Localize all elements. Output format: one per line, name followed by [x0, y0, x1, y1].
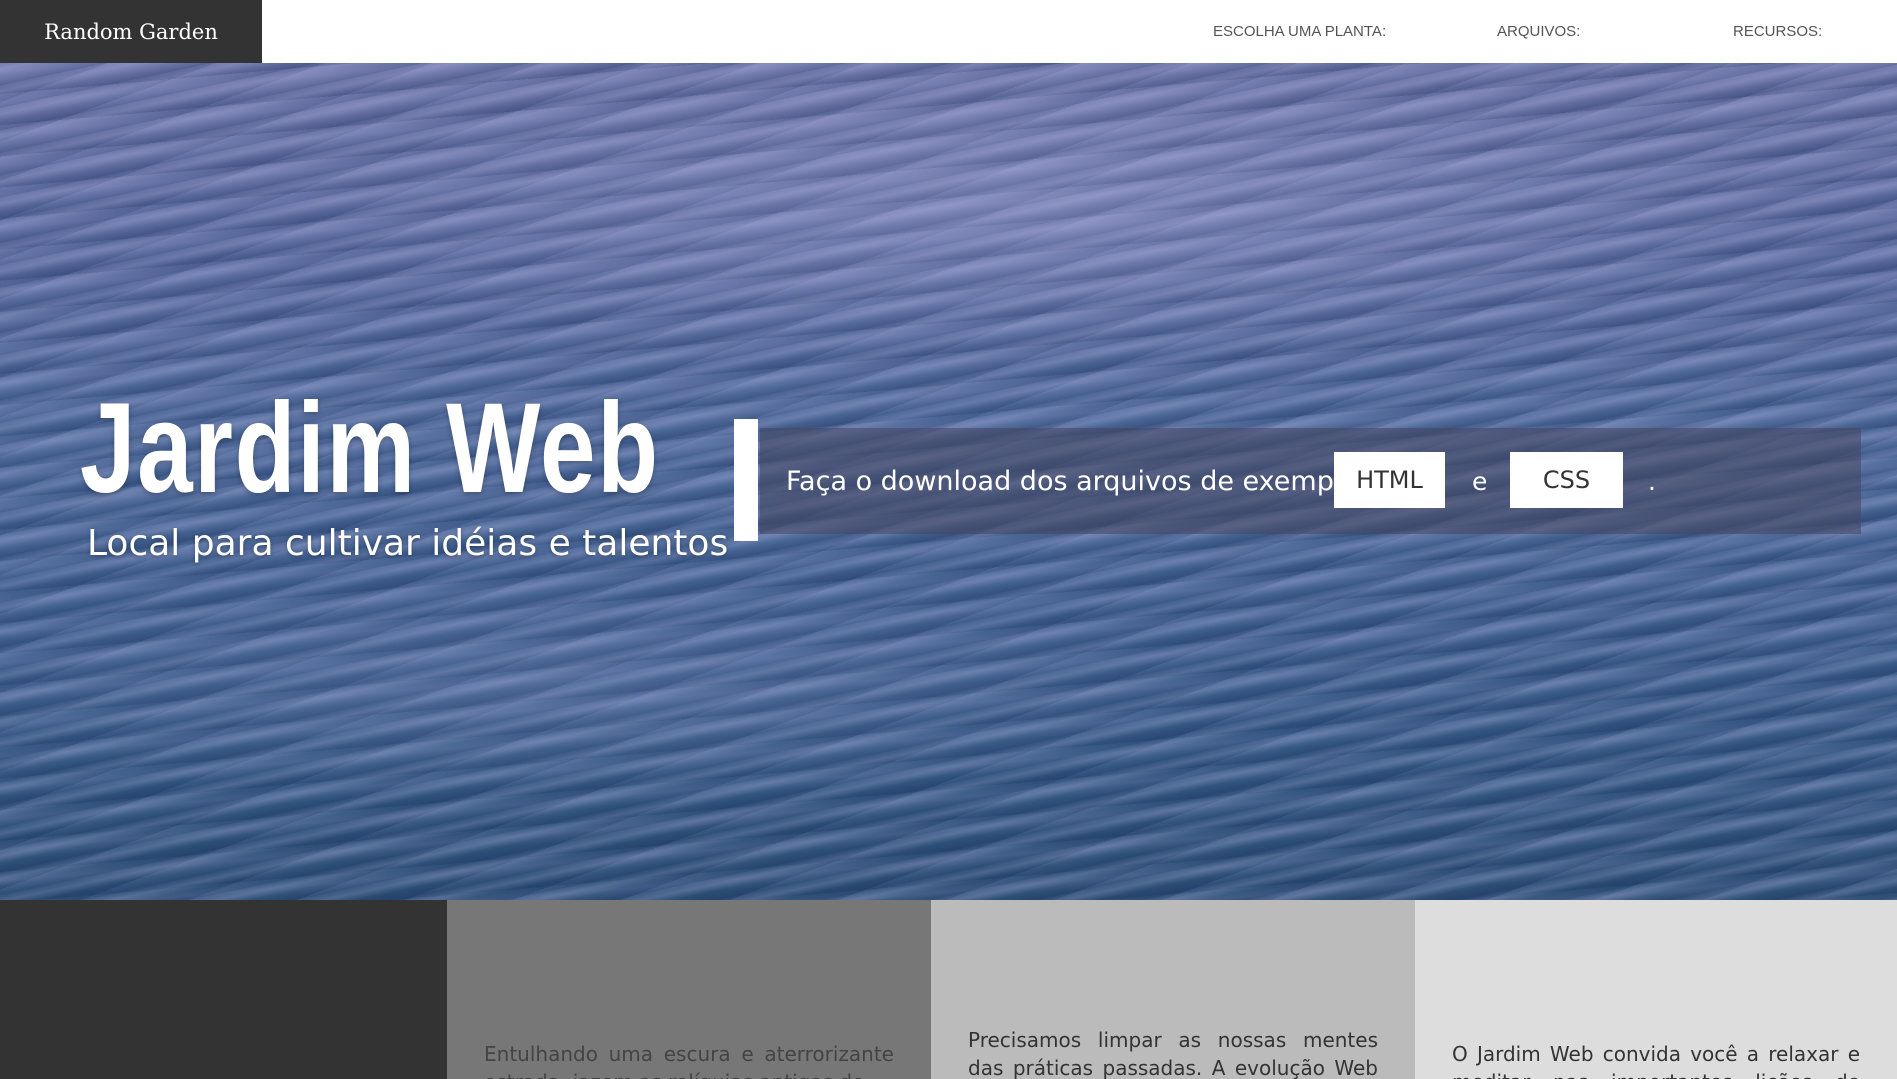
- column-3-text: Precisamos limpar as nossas mentes das p…: [968, 1028, 1378, 1079]
- hero-title: Jardim Web: [80, 377, 660, 520]
- download-text: Faça o download dos arquivos de exemplo: [786, 465, 1358, 497]
- nav-resources[interactable]: RECURSOS:: [1733, 0, 1822, 63]
- brand-logo[interactable]: Random Garden: [0, 0, 262, 63]
- title-cursor-bar: [734, 419, 758, 541]
- download-html-button[interactable]: HTML: [1334, 452, 1445, 508]
- content-column-1: [0, 900, 447, 1079]
- content-column-2: Entulhando uma escura e aterrorizante es…: [447, 900, 931, 1079]
- top-navigation-bar: Random Garden ESCOLHA UMA PLANTA: ARQUIV…: [0, 0, 1897, 63]
- download-css-button[interactable]: CSS: [1510, 452, 1623, 508]
- nav-choose-plant[interactable]: ESCOLHA UMA PLANTA:: [1213, 0, 1386, 63]
- download-period: .: [1648, 466, 1656, 496]
- nav-files[interactable]: ARQUIVOS:: [1497, 0, 1580, 63]
- column-2-text: Entulhando uma escura e aterrorizante es…: [484, 1042, 894, 1079]
- column-4-text: O Jardim Web convida você a relaxar e me…: [1452, 1042, 1860, 1079]
- download-conjunction: e: [1472, 466, 1488, 496]
- hero-section: Jardim Web Local para cultivar idéias e …: [0, 63, 1897, 900]
- content-column-3: Precisamos limpar as nossas mentes das p…: [931, 900, 1415, 1079]
- content-column-4: O Jardim Web convida você a relaxar e me…: [1415, 900, 1897, 1079]
- download-panel: Faça o download dos arquivos de exemplo …: [760, 428, 1861, 534]
- hero-subtitle: Local para cultivar idéias e talentos: [87, 523, 729, 564]
